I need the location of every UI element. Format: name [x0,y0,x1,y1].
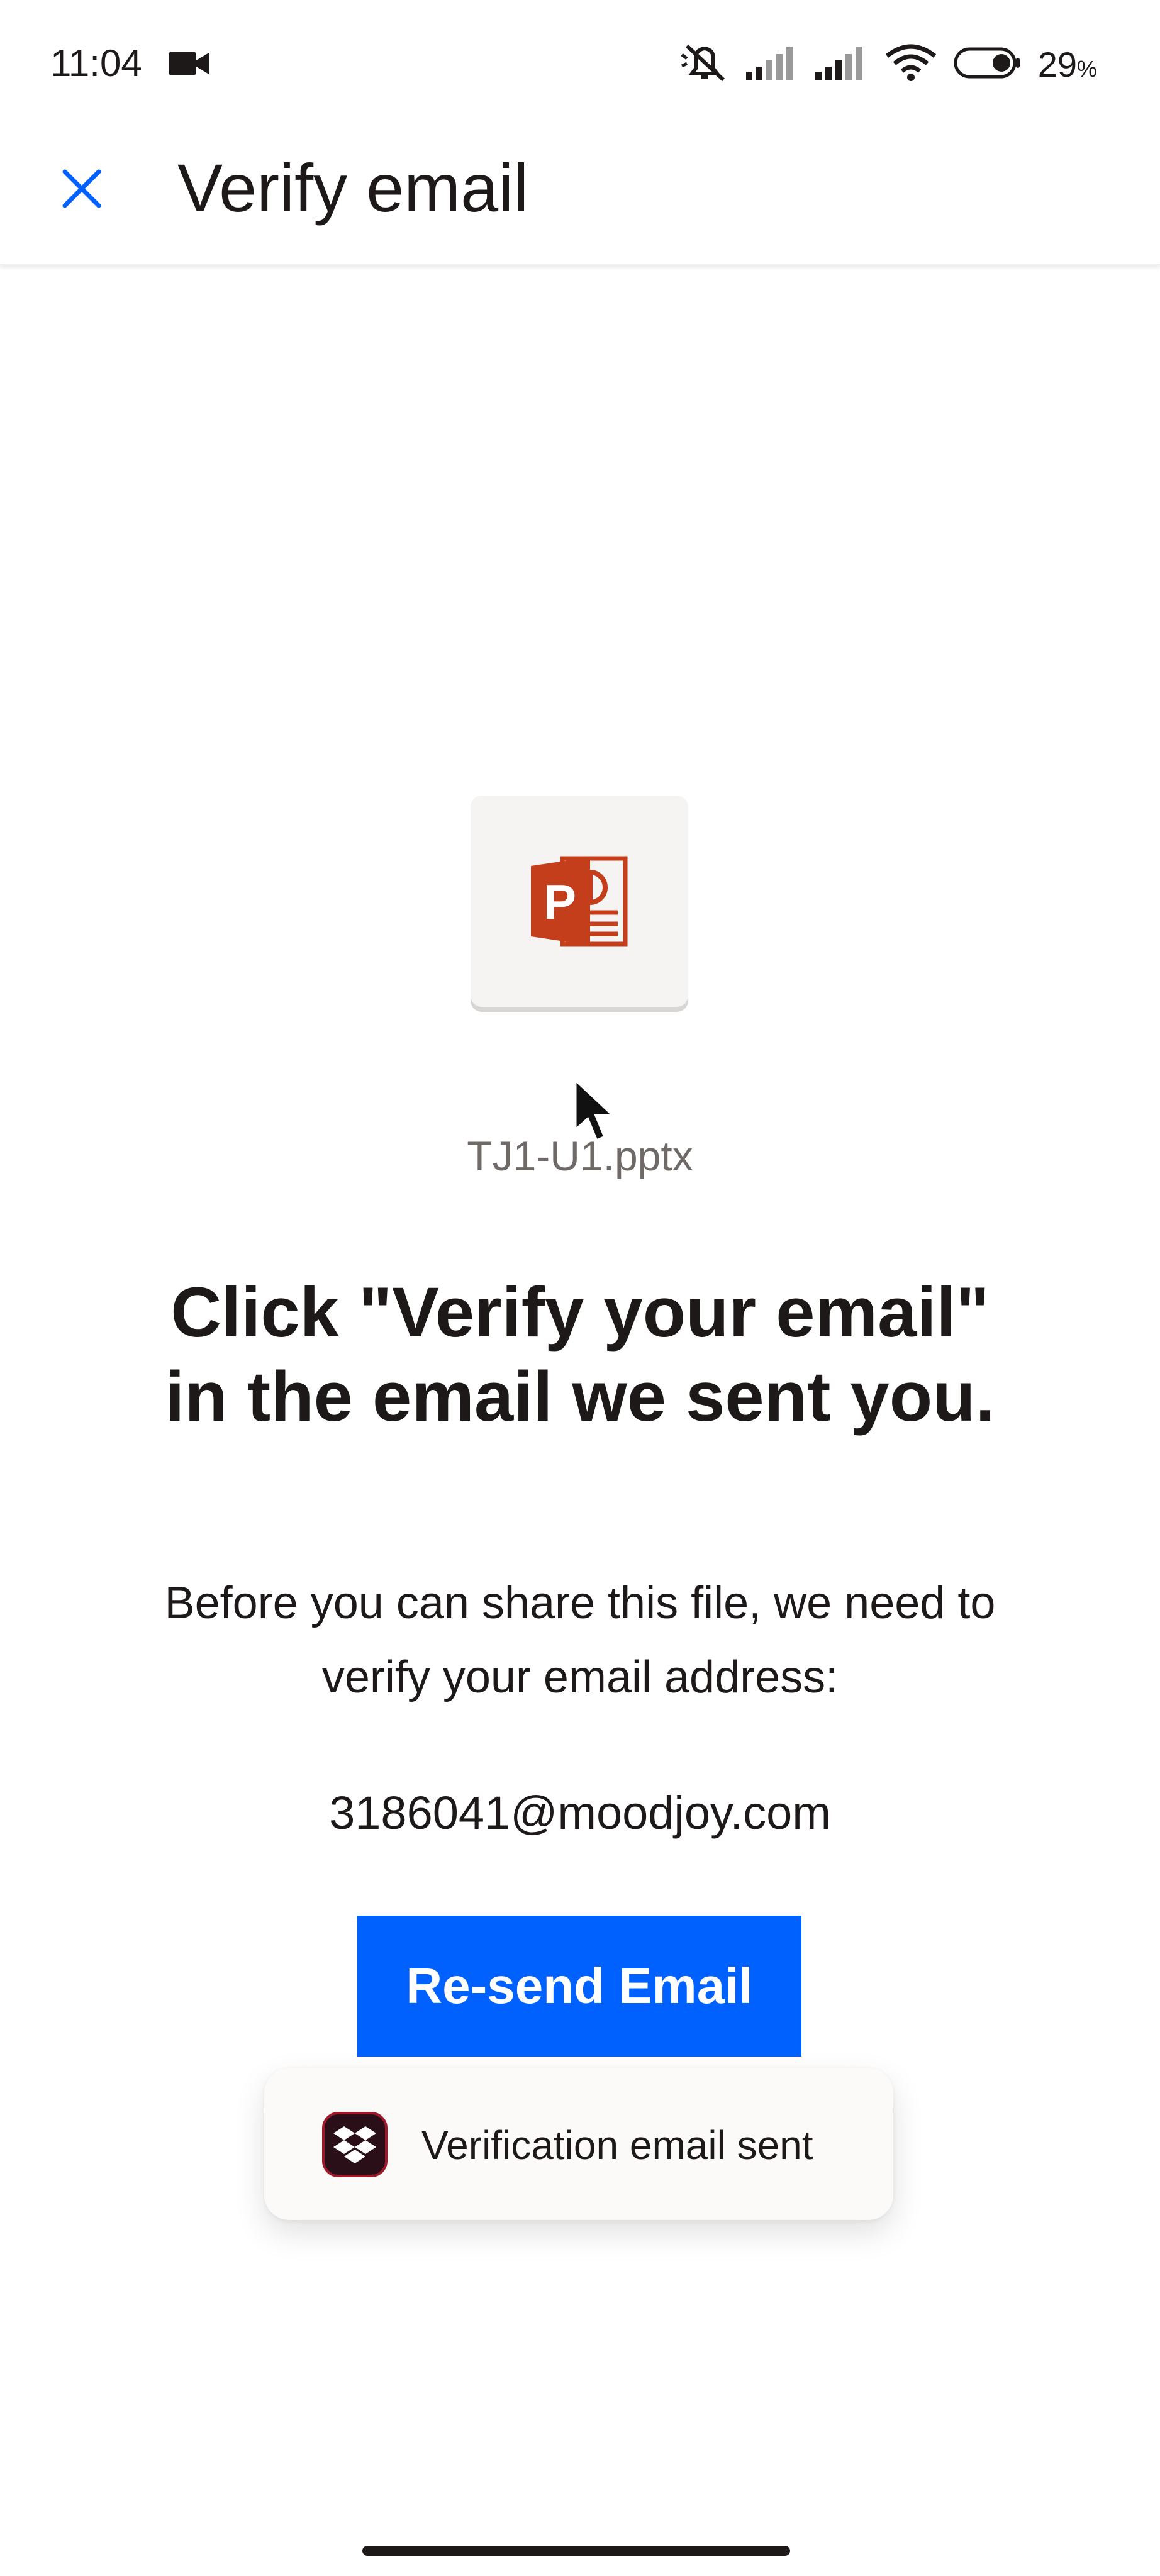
dropbox-icon [322,2112,388,2177]
app-bar: Verify email [0,126,1160,265]
status-icons: 29% [663,39,1097,89]
toast-notification: Verification email sent [264,2068,893,2220]
camera-icon [169,49,210,81]
toast-message: Verification email sent [421,2123,813,2168]
mute-icon [679,41,730,88]
signal-icon [745,44,799,85]
file-thumbnail: P [471,796,688,1007]
instruction-text: Before you can share this file, we need … [164,1578,996,1702]
svg-text:P: P [544,874,576,930]
wifi-icon [884,43,937,86]
status-time: 11:04 [50,42,142,84]
page-title: Verify email [177,150,529,226]
headline: Click "Verify your email" in the email w… [165,1273,995,1436]
close-icon [62,169,101,208]
battery-percent: 29% [1037,44,1097,84]
powerpoint-icon: P [531,856,628,947]
mouse-cursor-icon [572,1075,620,1148]
status-bar: 11:04 29% [0,0,1160,126]
signal-icon [815,44,868,85]
email-address: 3186041@moodjoy.com [329,1787,831,1839]
close-button[interactable] [50,157,113,220]
resend-email-button[interactable]: Re-send Email [357,1916,801,2057]
battery-icon [954,47,1022,82]
home-indicator[interactable] [362,2546,790,2556]
